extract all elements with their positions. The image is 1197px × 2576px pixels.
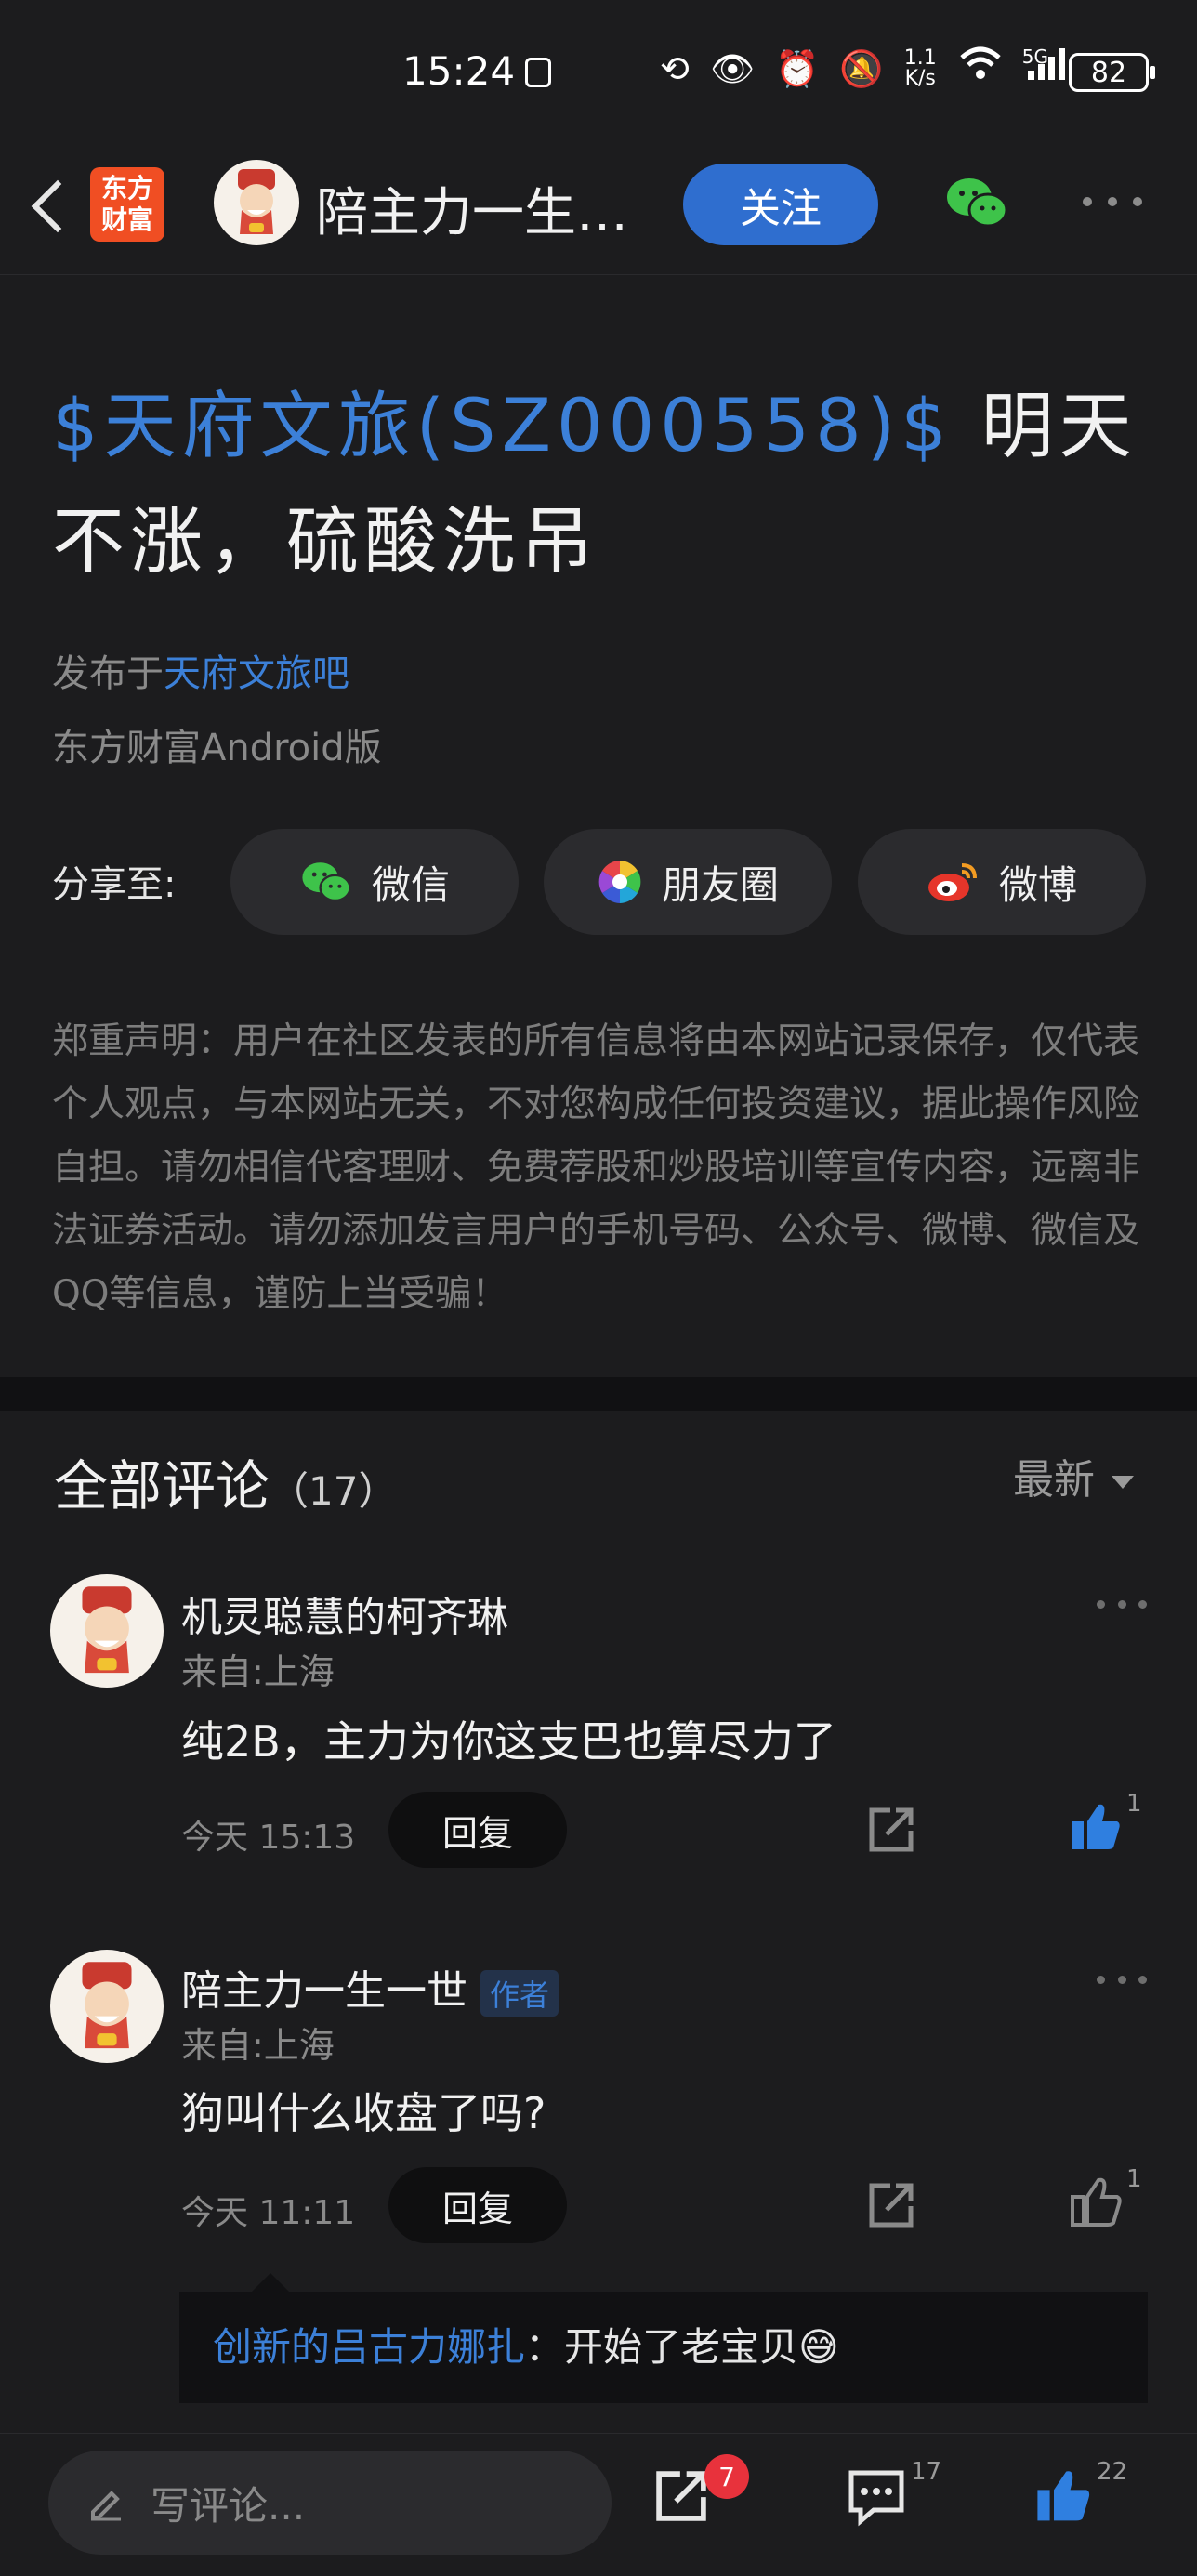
share-icon[interactable] xyxy=(651,2465,712,2527)
wechat-icon[interactable] xyxy=(943,175,1010,230)
share-icon[interactable] xyxy=(864,2178,918,2232)
comments-title: 全部评论（17） xyxy=(54,1454,398,1518)
commenter-location: 来自:上海 xyxy=(181,2025,335,2066)
comment-input[interactable]: 写评论... xyxy=(48,2451,612,2555)
back-arrow-icon[interactable] xyxy=(28,177,65,236)
share-icon[interactable] xyxy=(864,1803,918,1857)
comment-text: 狗叫什么收盘了吗? xyxy=(181,2088,546,2138)
reply-button[interactable]: 回复 xyxy=(388,2167,567,2243)
commenter-avatar[interactable] xyxy=(50,1950,164,2063)
like-icon[interactable] xyxy=(1033,2465,1095,2527)
share-badge: 7 xyxy=(704,2454,749,2499)
app-notification-icon xyxy=(525,58,551,87)
alarm-icon: ⏰ xyxy=(775,48,820,89)
client-info: 东方财富Android版 xyxy=(52,727,382,769)
commenter-avatar[interactable] xyxy=(50,1574,164,1688)
share-weibo-button[interactable]: 微博 xyxy=(858,829,1146,935)
more-options-icon[interactable] xyxy=(1083,197,1142,208)
network-speed: 1.1 K/s xyxy=(903,46,937,90)
comment-time: 今天 11:11 xyxy=(181,2194,356,2232)
moments-icon xyxy=(598,861,641,903)
reply-author[interactable]: 创新的吕古力娜扎 xyxy=(213,2324,525,2370)
status-icons: ⟲ 👁 ⏰ 🔕 1.1 K/s 5G xyxy=(660,45,1074,93)
status-time: 15:24 xyxy=(402,48,516,94)
sync-icon: ⟲ xyxy=(660,48,690,89)
comment-item: 陪主力一生一世 作者 来自:上海 狗叫什么收盘了吗? 今天 11:11 回复 1 xyxy=(0,1937,1197,2308)
mute-icon: 🔕 xyxy=(839,48,884,89)
like-count: 1 xyxy=(1126,1790,1142,1818)
pencil-icon xyxy=(91,2491,121,2521)
share-label: 分享至: xyxy=(52,863,177,906)
post-title: $天府文旅(SZ000558)$ 明天不涨，硫酸洗吊 xyxy=(52,369,1158,599)
like-count: 1 xyxy=(1126,2165,1142,2193)
reply-text: ：开始了老宝贝😅 xyxy=(525,2324,839,2370)
wifi-icon xyxy=(957,45,1004,93)
share-wechat-button[interactable]: 微信 xyxy=(230,829,519,935)
commenter-name[interactable]: 机灵聪慧的柯齐琳 xyxy=(181,1584,508,1643)
sort-dropdown[interactable]: 最新 xyxy=(1013,1446,1134,1505)
like-icon[interactable] xyxy=(1069,1799,1125,1855)
board-link[interactable]: 天府文旅吧 xyxy=(164,652,349,695)
like-count: 22 xyxy=(1097,2458,1128,2486)
author-name[interactable]: 陪主力一生… xyxy=(316,171,651,246)
published-info: 发布于天府文旅吧 xyxy=(52,652,349,695)
reply-button[interactable]: 回复 xyxy=(388,1792,567,1868)
weibo-icon xyxy=(927,863,977,901)
stock-link[interactable]: $天府文旅(SZ000558)$ xyxy=(52,385,953,468)
comments-count: （17） xyxy=(270,1468,398,1514)
like-icon[interactable] xyxy=(1069,2175,1125,2230)
app-logo[interactable]: 东方 财富 xyxy=(90,167,164,242)
author-avatar[interactable] xyxy=(214,160,299,245)
author-badge: 作者 xyxy=(480,1970,559,2017)
comment-placeholder: 写评论... xyxy=(151,2482,306,2529)
comment-text: 纯2B，主力为你这支巴也算尽力了 xyxy=(181,1716,836,1767)
disclaimer-text: 郑重声明：用户在社区发表的所有信息将由本网站记录保存，仅代表个人观点，与本网站无… xyxy=(52,1020,1140,1315)
nested-reply[interactable]: 创新的吕古力娜扎：开始了老宝贝😅 xyxy=(179,2273,1148,2403)
comment-time: 今天 15:13 xyxy=(181,1819,356,1857)
wechat-icon xyxy=(302,862,351,902)
commenter-name: 陪主力一生一世 作者 xyxy=(181,1957,559,2017)
comment-item: 机灵聪慧的柯齐琳 来自:上海 纯2B，主力为你这支巴也算尽力了 今天 15:13… xyxy=(0,1561,1197,1933)
comment-count: 17 xyxy=(911,2458,942,2486)
status-bar: 15:24 ⟲ 👁 ⏰ 🔕 1.1 K/s 5G 82 xyxy=(0,0,1197,139)
signal-icon: 5G xyxy=(1022,45,1074,93)
comment-more-icon[interactable] xyxy=(1097,1976,1147,1985)
eye-icon: 👁 xyxy=(709,48,756,89)
post-header: 东方 财富 陪主力一生… 关注 xyxy=(0,139,1197,275)
section-divider xyxy=(0,1377,1197,1411)
share-moments-button[interactable]: 朋友圈 xyxy=(544,829,832,935)
follow-button[interactable]: 关注 xyxy=(683,164,878,245)
commenter-location: 来自:上海 xyxy=(181,1651,335,1692)
battery-indicator: 82 xyxy=(1069,53,1155,92)
bottom-action-bar: 写评论... 7 17 22 xyxy=(0,2433,1197,2576)
comment-icon[interactable] xyxy=(846,2465,907,2527)
post-body: $天府文旅(SZ000558)$ 明天不涨，硫酸洗吊 发布于天府文旅吧 东方财富… xyxy=(0,276,1197,1377)
comment-more-icon[interactable] xyxy=(1097,1600,1147,1610)
